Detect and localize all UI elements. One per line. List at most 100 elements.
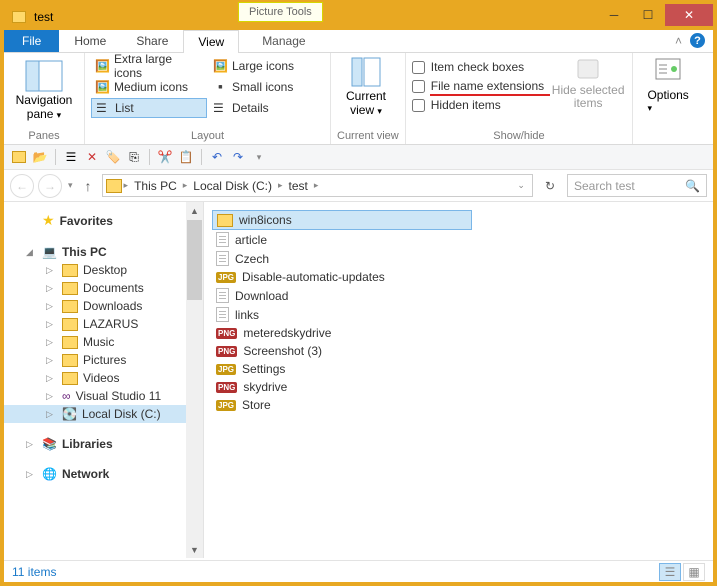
breadcrumb-bar[interactable]: ▸ This PC▸ Local Disk (C:)▸ test▸ ⌄ (102, 174, 533, 197)
qat-open-icon[interactable]: 📂 (31, 148, 49, 166)
tree-music[interactable]: ▷Music (4, 333, 203, 351)
options-button[interactable]: Options▾ (639, 56, 697, 114)
tab-share[interactable]: Share (121, 29, 183, 52)
qat-cut-icon[interactable]: ✂️ (156, 148, 174, 166)
current-view-button[interactable]: Current view ▾ (337, 56, 395, 118)
tree-favorites[interactable]: ★Favorites (4, 210, 203, 231)
tab-home[interactable]: Home (59, 29, 121, 52)
navigation-pane-button[interactable]: Navigation pane ▾ (10, 56, 78, 122)
file-item[interactable]: win8icons (212, 210, 472, 230)
close-button[interactable]: ✕ (665, 4, 713, 26)
crumb-test[interactable]: test (285, 179, 312, 193)
refresh-button[interactable]: ↻ (537, 179, 563, 193)
file-item[interactable]: article (212, 230, 472, 249)
scroll-up-icon[interactable]: ▲ (186, 202, 203, 219)
layout-list[interactable]: ☰List (91, 98, 207, 118)
folder-icon (62, 282, 78, 295)
layout-medium[interactable]: 🖼️Medium icons (91, 77, 207, 97)
path-folder-icon (106, 179, 122, 193)
tree-vs11[interactable]: ▷∞Visual Studio 11 (4, 387, 203, 405)
file-name: links (235, 308, 259, 322)
qat-properties-icon[interactable]: ☰ (62, 148, 80, 166)
folder-icon (62, 300, 78, 313)
tree-documents[interactable]: ▷Documents (4, 279, 203, 297)
tree-this-pc[interactable]: ◢💻This PC (4, 243, 203, 261)
address-bar: ← → ▾ ↑ ▸ This PC▸ Local Disk (C:)▸ test… (4, 170, 713, 202)
minimize-button[interactable]: ─ (597, 4, 631, 26)
checkbox-file-extensions[interactable] (412, 80, 425, 93)
ribbon-group-layout: 🖼️Extra large icons 🖼️Large icons 🖼️Medi… (85, 53, 331, 144)
tree-pictures[interactable]: ▷Pictures (4, 351, 203, 369)
qat-redo-icon[interactable]: ↷ (229, 148, 247, 166)
view-details-icon[interactable]: ☰ (659, 563, 681, 581)
crumb-localdisk[interactable]: Local Disk (C:) (189, 179, 276, 193)
tab-manage[interactable]: Manage (247, 29, 320, 52)
folder-icon (217, 214, 233, 227)
check-item-boxes[interactable]: Item check boxes (412, 60, 544, 74)
file-name: article (235, 233, 267, 247)
qat-delete-icon[interactable]: ✕ (83, 148, 101, 166)
status-bar: 11 items ☰ ▦ (4, 560, 713, 582)
view-thumbnails-icon[interactable]: ▦ (683, 563, 705, 581)
file-item[interactable]: Download (212, 286, 472, 305)
crumb-thispc[interactable]: This PC (130, 179, 181, 193)
tree-lazarus[interactable]: ▷LAZARUS (4, 315, 203, 333)
quick-access-toolbar: 📂 ☰ ✕ 🏷️ ⎘ ✂️ 📋 ↶ ↷ ▾ (4, 145, 713, 170)
libraries-icon: 📚 (42, 437, 57, 451)
layout-small[interactable]: ▪️Small icons (209, 77, 325, 97)
tree-local-disk[interactable]: ▷💽Local Disk (C:) (4, 405, 203, 423)
breadcrumb-dropdown-icon[interactable]: ⌄ (513, 180, 529, 191)
scroll-down-icon[interactable]: ▼ (186, 541, 203, 558)
help-icon[interactable]: ? (690, 33, 705, 48)
file-item[interactable]: JPGSettings (212, 360, 472, 378)
collapse-ribbon-icon[interactable]: ˄ (675, 34, 682, 48)
sidebar-scrollbar[interactable]: ▲ ▼ (186, 202, 203, 558)
qat-rename-icon[interactable]: 🏷️ (104, 148, 122, 166)
check-hidden-items[interactable]: Hidden items (412, 98, 544, 112)
folder-icon (62, 372, 78, 385)
checkbox-item-boxes[interactable] (412, 61, 425, 74)
history-dropdown-icon[interactable]: ▾ (66, 180, 75, 191)
navigation-pane-icon (25, 60, 63, 92)
document-icon (216, 251, 229, 266)
up-button[interactable]: ↑ (79, 178, 98, 194)
checkbox-hidden-items[interactable] (412, 99, 425, 112)
qat-new-folder-icon[interactable] (10, 148, 28, 166)
pc-icon: 💻 (42, 245, 57, 259)
search-input[interactable]: Search test 🔍 (567, 174, 707, 197)
qat-dropdown-icon[interactable]: ▾ (250, 148, 268, 166)
file-item[interactable]: JPGStore (212, 396, 472, 414)
tree-videos[interactable]: ▷Videos (4, 369, 203, 387)
maximize-button[interactable]: ☐ (631, 4, 665, 26)
file-name: Disable-automatic-updates (242, 270, 385, 284)
qat-undo-icon[interactable]: ↶ (208, 148, 226, 166)
tab-view[interactable]: View (183, 30, 239, 53)
search-icon: 🔍 (685, 179, 700, 193)
tree-downloads[interactable]: ▷Downloads (4, 297, 203, 315)
file-item[interactable]: PNGScreenshot (3) (212, 342, 472, 360)
tree-desktop[interactable]: ▷Desktop (4, 261, 203, 279)
tree-libraries[interactable]: ▷📚Libraries (4, 435, 203, 453)
file-item[interactable]: Czech (212, 249, 472, 268)
scroll-thumb[interactable] (187, 220, 202, 300)
file-tab[interactable]: File (4, 30, 59, 52)
folder-icon (62, 354, 78, 367)
hide-selected-button[interactable]: Hide selecteditems (550, 56, 626, 112)
file-name: Download (235, 289, 288, 303)
document-icon (216, 307, 229, 322)
png-icon: PNG (216, 346, 237, 357)
layout-extra-large[interactable]: 🖼️Extra large icons (91, 56, 207, 76)
qat-copy-icon[interactable]: ⎘ (125, 148, 143, 166)
file-item[interactable]: JPGDisable-automatic-updates (212, 268, 472, 286)
check-file-extensions[interactable]: File name extensions (412, 79, 544, 93)
back-button[interactable]: ← (10, 174, 34, 198)
file-item[interactable]: PNGskydrive (212, 378, 472, 396)
layout-details[interactable]: ☰Details (209, 98, 325, 118)
file-list[interactable]: win8icons article CzechJPGDisable-automati… (204, 202, 713, 558)
layout-large[interactable]: 🖼️Large icons (209, 56, 325, 76)
forward-button[interactable]: → (38, 174, 62, 198)
tree-network[interactable]: ▷🌐Network (4, 465, 203, 483)
file-item[interactable]: links (212, 305, 472, 324)
file-item[interactable]: PNGmeteredskydrive (212, 324, 472, 342)
qat-paste-icon[interactable]: 📋 (177, 148, 195, 166)
